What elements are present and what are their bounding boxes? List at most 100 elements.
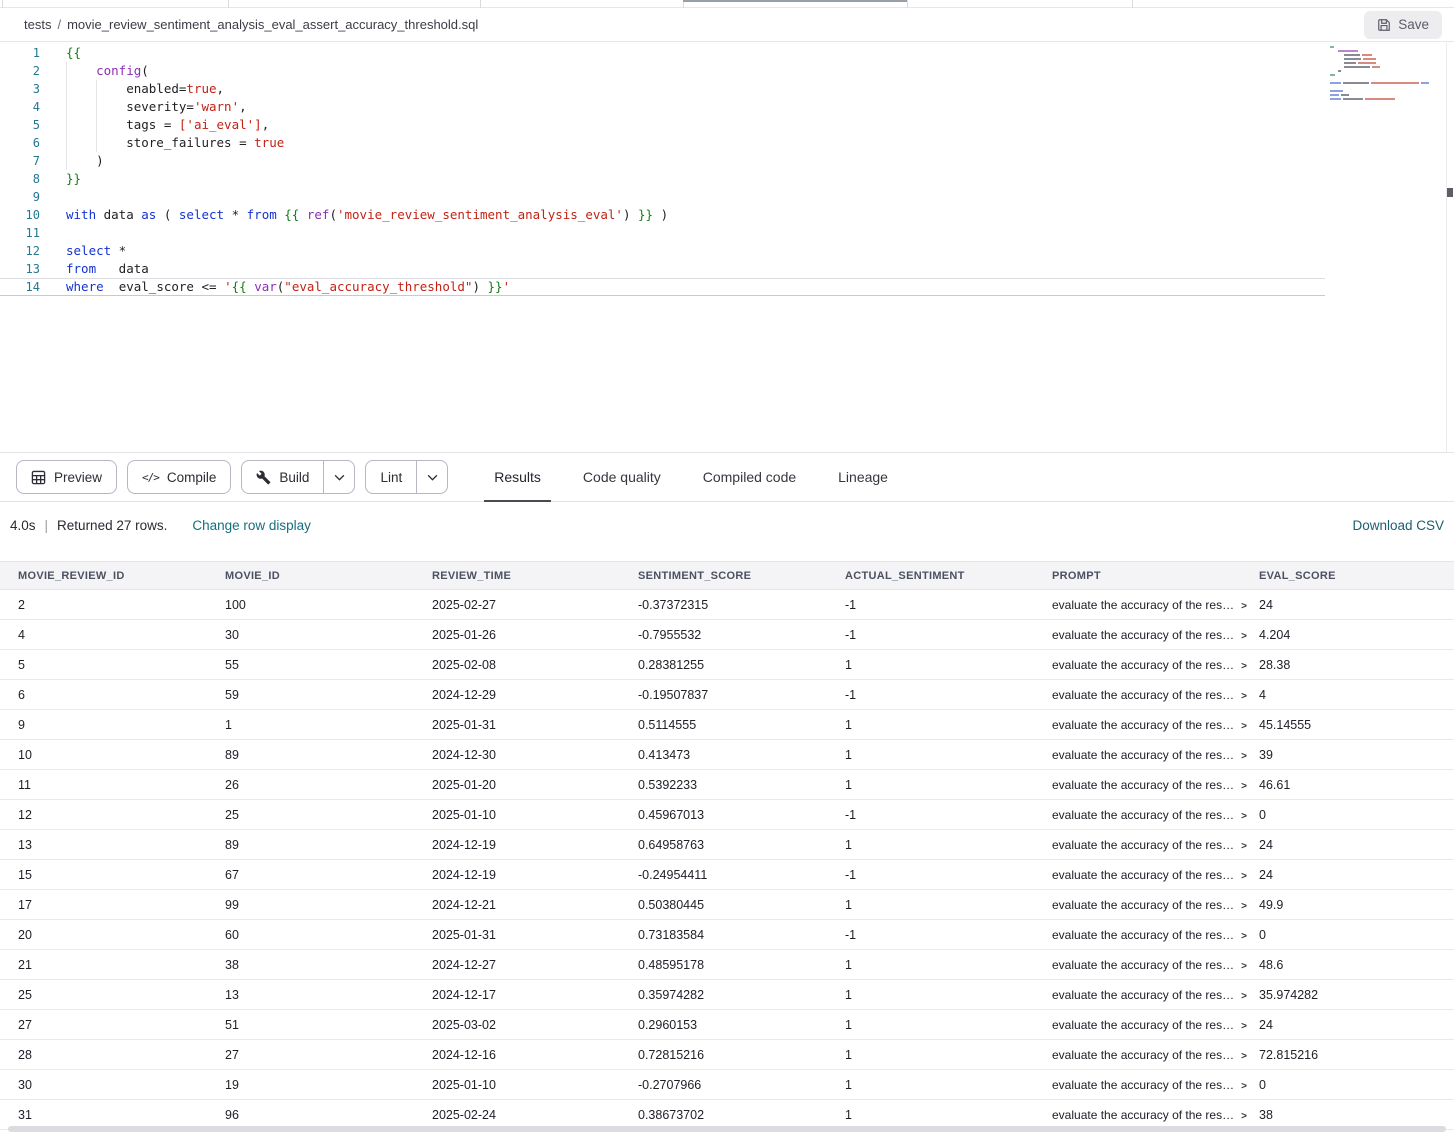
line-number: 4 — [0, 98, 40, 116]
breadcrumb: tests/movie_review_sentiment_analysis_ev… — [24, 17, 478, 32]
code-line[interactable]: 14where eval_score <= '{{ var("eval_accu… — [0, 278, 1325, 296]
tab-results-label: Results — [494, 469, 541, 485]
cell-sentiment_score: 0.35974282 — [638, 988, 845, 1002]
tab-code-quality[interactable]: Code quality — [581, 453, 663, 501]
expand-prompt-icon[interactable]: > — [1241, 691, 1247, 702]
code-editor[interactable]: 1{{2 config(3 enabled=true,4 severity='w… — [0, 42, 1454, 452]
download-csv-link[interactable]: Download CSV — [1352, 518, 1444, 533]
expand-prompt-icon[interactable]: > — [1241, 631, 1247, 642]
expand-prompt-icon[interactable]: > — [1241, 841, 1247, 852]
expand-prompt-icon[interactable]: > — [1241, 1081, 1247, 1092]
line-number: 9 — [0, 188, 40, 206]
cell-movie_review_id: 25 — [18, 988, 225, 1002]
cell-movie_review_id: 5 — [18, 658, 225, 672]
prompt-cell-text: evaluate the accuracy of the res… — [1052, 1018, 1234, 1032]
cell-sentiment_score: -0.7955532 — [638, 628, 845, 642]
expand-prompt-icon[interactable]: > — [1241, 1051, 1247, 1062]
cell-movie_id: 89 — [225, 748, 432, 762]
expand-prompt-icon[interactable]: > — [1241, 871, 1247, 882]
expand-prompt-icon[interactable]: > — [1241, 961, 1247, 972]
cell-sentiment_score: 0.45967013 — [638, 808, 845, 822]
cell-movie_id: 55 — [225, 658, 432, 672]
expand-prompt-icon[interactable]: > — [1241, 1021, 1247, 1032]
expand-prompt-icon[interactable]: > — [1241, 601, 1247, 612]
cell-movie_review_id: 17 — [18, 898, 225, 912]
horizontal-scrollbar[interactable] — [8, 1126, 1446, 1132]
cell-prompt: evaluate the accuracy of the res…> — [1052, 718, 1259, 732]
lint-dropdown-toggle[interactable] — [417, 461, 447, 493]
cell-review_time: 2025-01-31 — [432, 928, 638, 942]
line-number: 8 — [0, 170, 40, 188]
cell-sentiment_score: 0.38673702 — [638, 1108, 845, 1122]
change-row-display-link[interactable]: Change row display — [192, 518, 311, 533]
cell-eval_score: 45.14555 — [1259, 718, 1454, 732]
cell-prompt: evaluate the accuracy of the res…> — [1052, 898, 1259, 912]
cell-actual_sentiment: 1 — [845, 1018, 1052, 1032]
editor-scrollbar-thumb[interactable] — [1447, 188, 1453, 197]
table-row: 15672024-12-19-0.24954411-1evaluate the … — [0, 860, 1454, 890]
cell-prompt: evaluate the accuracy of the res…> — [1052, 598, 1259, 612]
editor-minimap[interactable] — [1330, 46, 1442, 102]
cell-sentiment_score: -0.2707966 — [638, 1078, 845, 1092]
build-button-main[interactable]: Build — [242, 461, 323, 493]
prompt-cell-text: evaluate the accuracy of the res… — [1052, 928, 1234, 942]
expand-prompt-icon[interactable]: > — [1241, 1111, 1247, 1122]
cell-sentiment_score: 0.64958763 — [638, 838, 845, 852]
editor-scrollbar-track[interactable] — [1446, 42, 1447, 452]
expand-prompt-icon[interactable]: > — [1241, 751, 1247, 762]
cell-review_time: 2024-12-19 — [432, 838, 638, 852]
code-line[interactable]: 10with data as ( select * from {{ ref('m… — [0, 206, 1454, 224]
lint-button-main[interactable]: Lint — [366, 461, 416, 493]
code-line[interactable]: 12select * — [0, 242, 1454, 260]
code-line[interactable]: 3 enabled=true, — [0, 80, 1454, 98]
cell-actual_sentiment: -1 — [845, 868, 1052, 882]
code-line[interactable]: 1{{ — [0, 44, 1454, 62]
results-table-header: MOVIE_REVIEW_IDMOVIE_IDREVIEW_TIMESENTIM… — [0, 561, 1454, 590]
cell-sentiment_score: 0.73183584 — [638, 928, 845, 942]
code-line[interactable]: 13from data — [0, 260, 1454, 278]
code-line[interactable]: 9 — [0, 188, 1454, 206]
expand-prompt-icon[interactable]: > — [1241, 661, 1247, 672]
code-icon: </> — [142, 471, 159, 484]
cell-prompt: evaluate the accuracy of the res…> — [1052, 808, 1259, 822]
expand-prompt-icon[interactable]: > — [1241, 721, 1247, 732]
cell-movie_id: 27 — [225, 1048, 432, 1062]
cell-review_time: 2025-01-10 — [432, 808, 638, 822]
build-button[interactable]: Build — [241, 460, 355, 494]
expand-prompt-icon[interactable]: > — [1241, 781, 1247, 792]
code-line[interactable]: 6 store_failures = true — [0, 134, 1454, 152]
breadcrumb-folder[interactable]: tests — [24, 17, 51, 32]
tab-lineage[interactable]: Lineage — [836, 453, 890, 501]
cell-review_time: 2025-02-27 — [432, 598, 638, 612]
cell-movie_id: 25 — [225, 808, 432, 822]
code-line-text: enabled=true, — [66, 80, 224, 98]
indent-guide — [66, 62, 67, 170]
action-toolbar: Preview </> Compile Build Lint Results C… — [0, 452, 1454, 502]
wrench-icon — [256, 470, 271, 485]
cell-sentiment_score: -0.37372315 — [638, 598, 845, 612]
code-line[interactable]: 4 severity='warn', — [0, 98, 1454, 116]
expand-prompt-icon[interactable]: > — [1241, 811, 1247, 822]
tab-compiled-code[interactable]: Compiled code — [701, 453, 798, 501]
column-header-prompt: PROMPT — [1052, 570, 1259, 582]
cell-prompt: evaluate the accuracy of the res…> — [1052, 958, 1259, 972]
table-row: 20602025-01-310.73183584-1evaluate the a… — [0, 920, 1454, 950]
chevron-down-icon — [427, 474, 438, 481]
tab-results[interactable]: Results — [492, 453, 543, 501]
save-button[interactable]: Save — [1364, 11, 1442, 39]
code-line[interactable]: 11 — [0, 224, 1454, 242]
expand-prompt-icon[interactable]: > — [1241, 931, 1247, 942]
code-line[interactable]: 2 config( — [0, 62, 1454, 80]
compile-button[interactable]: </> Compile — [127, 460, 231, 494]
build-dropdown-toggle[interactable] — [324, 461, 354, 493]
code-line[interactable]: 5 tags = ['ai_eval'], — [0, 116, 1454, 134]
expand-prompt-icon[interactable]: > — [1241, 901, 1247, 912]
cell-actual_sentiment: -1 — [845, 808, 1052, 822]
code-line[interactable]: 8}} — [0, 170, 1454, 188]
code-line[interactable]: 7 ) — [0, 152, 1454, 170]
expand-prompt-icon[interactable]: > — [1241, 991, 1247, 1002]
column-header-movie_id: MOVIE_ID — [225, 570, 432, 582]
table-icon — [31, 470, 46, 485]
preview-button[interactable]: Preview — [16, 460, 117, 494]
lint-button[interactable]: Lint — [365, 460, 448, 494]
